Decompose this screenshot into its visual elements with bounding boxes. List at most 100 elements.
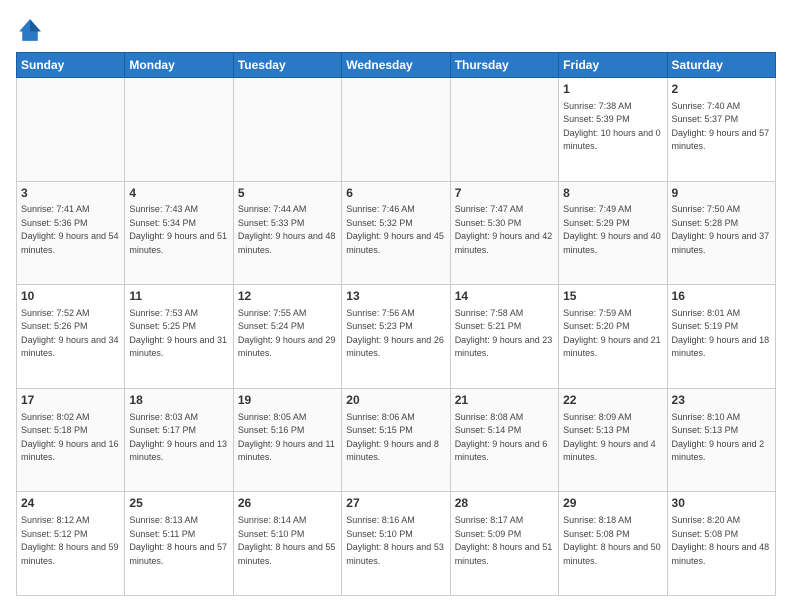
day-number: 3 — [21, 185, 120, 202]
day-info: Sunrise: 8:18 AM Sunset: 5:08 PM Dayligh… — [563, 514, 662, 568]
day-info: Sunrise: 7:58 AM Sunset: 5:21 PM Dayligh… — [455, 307, 554, 361]
calendar-header-saturday: Saturday — [667, 53, 775, 78]
day-number: 16 — [672, 288, 771, 305]
calendar-cell: 30 Sunrise: 8:20 AM Sunset: 5:08 PM Dayli… — [667, 492, 775, 596]
day-info: Sunrise: 7:43 AM Sunset: 5:34 PM Dayligh… — [129, 203, 228, 257]
day-number: 8 — [563, 185, 662, 202]
day-info: Sunrise: 7:47 AM Sunset: 5:30 PM Dayligh… — [455, 203, 554, 257]
day-number: 23 — [672, 392, 771, 409]
day-info: Sunrise: 8:03 AM Sunset: 5:17 PM Dayligh… — [129, 411, 228, 465]
day-number: 4 — [129, 185, 228, 202]
calendar-cell: 5Sunrise: 7:44 AM Sunset: 5:33 PM Daylig… — [233, 181, 341, 285]
calendar-cell: 12 Sunrise: 7:55 AM Sunset: 5:24 PM Dayli… — [233, 285, 341, 389]
calendar-cell: 11Sunrise: 7:53 AM Sunset: 5:25 PM Dayli… — [125, 285, 233, 389]
calendar-cell — [17, 78, 125, 182]
day-number: 12 — [238, 288, 337, 305]
calendar-week-3: 17 Sunrise: 8:02 AM Sunset: 5:18 PM Dayli… — [17, 388, 776, 492]
day-info: Sunrise: 8:16 AM Sunset: 5:10 PM Dayligh… — [346, 514, 445, 568]
day-info: Sunrise: 7:55 AM Sunset: 5:24 PM Dayligh… — [238, 307, 337, 361]
day-info: Sunrise: 8:05 AM Sunset: 5:16 PM Dayligh… — [238, 411, 337, 465]
calendar-cell: 24 Sunrise: 8:12 AM Sunset: 5:12 PM Dayli… — [17, 492, 125, 596]
calendar-cell: 22Sunrise: 8:09 AM Sunset: 5:13 PM Dayli… — [559, 388, 667, 492]
day-number: 18 — [129, 392, 228, 409]
day-number: 25 — [129, 495, 228, 512]
calendar-cell: 28Sunrise: 8:17 AM Sunset: 5:09 PM Dayli… — [450, 492, 558, 596]
header — [16, 16, 776, 44]
calendar-header-friday: Friday — [559, 53, 667, 78]
calendar-cell: 14 Sunrise: 7:58 AM Sunset: 5:21 PM Dayli… — [450, 285, 558, 389]
calendar-cell: 19 Sunrise: 8:05 AM Sunset: 5:16 PM Dayli… — [233, 388, 341, 492]
calendar-cell — [450, 78, 558, 182]
calendar-cell: 6Sunrise: 7:46 AM Sunset: 5:32 PM Daylig… — [342, 181, 450, 285]
day-number: 6 — [346, 185, 445, 202]
day-number: 11 — [129, 288, 228, 305]
day-info: Sunrise: 7:40 AM Sunset: 5:37 PM Dayligh… — [672, 100, 771, 154]
day-info: Sunrise: 8:06 AM Sunset: 5:15 PM Dayligh… — [346, 411, 445, 465]
day-number: 26 — [238, 495, 337, 512]
day-number: 10 — [21, 288, 120, 305]
calendar-cell: 3Sunrise: 7:41 AM Sunset: 5:36 PM Daylig… — [17, 181, 125, 285]
calendar-header-row: SundayMondayTuesdayWednesdayThursdayFrid… — [17, 53, 776, 78]
calendar-cell: 27Sunrise: 8:16 AM Sunset: 5:10 PM Dayli… — [342, 492, 450, 596]
day-number: 29 — [563, 495, 662, 512]
day-info: Sunrise: 7:44 AM Sunset: 5:33 PM Dayligh… — [238, 203, 337, 257]
calendar-week-1: 3Sunrise: 7:41 AM Sunset: 5:36 PM Daylig… — [17, 181, 776, 285]
day-number: 14 — [455, 288, 554, 305]
day-number: 17 — [21, 392, 120, 409]
calendar-cell: 18 Sunrise: 8:03 AM Sunset: 5:17 PM Dayli… — [125, 388, 233, 492]
day-number: 24 — [21, 495, 120, 512]
calendar-cell: 7Sunrise: 7:47 AM Sunset: 5:30 PM Daylig… — [450, 181, 558, 285]
calendar-cell: 16 Sunrise: 8:01 AM Sunset: 5:19 PM Dayli… — [667, 285, 775, 389]
day-info: Sunrise: 8:02 AM Sunset: 5:18 PM Dayligh… — [21, 411, 120, 465]
day-number: 13 — [346, 288, 445, 305]
calendar-cell: 8Sunrise: 7:49 AM Sunset: 5:29 PM Daylig… — [559, 181, 667, 285]
day-number: 30 — [672, 495, 771, 512]
day-number: 9 — [672, 185, 771, 202]
day-number: 5 — [238, 185, 337, 202]
day-info: Sunrise: 8:20 AM Sunset: 5:08 PM Dayligh… — [672, 514, 771, 568]
calendar-cell: 23 Sunrise: 8:10 AM Sunset: 5:13 PM Dayli… — [667, 388, 775, 492]
calendar-week-2: 10Sunrise: 7:52 AM Sunset: 5:26 PM Dayli… — [17, 285, 776, 389]
calendar-cell: 4Sunrise: 7:43 AM Sunset: 5:34 PM Daylig… — [125, 181, 233, 285]
day-number: 7 — [455, 185, 554, 202]
calendar-cell: 21 Sunrise: 8:08 AM Sunset: 5:14 PM Dayli… — [450, 388, 558, 492]
day-info: Sunrise: 7:38 AM Sunset: 5:39 PM Dayligh… — [563, 100, 662, 154]
calendar-table: SundayMondayTuesdayWednesdayThursdayFrid… — [16, 52, 776, 596]
calendar-cell — [342, 78, 450, 182]
logo — [16, 16, 48, 44]
calendar-cell: 1Sunrise: 7:38 AM Sunset: 5:39 PM Daylig… — [559, 78, 667, 182]
calendar-cell: 9Sunrise: 7:50 AM Sunset: 5:28 PM Daylig… — [667, 181, 775, 285]
calendar-cell: 26 Sunrise: 8:14 AM Sunset: 5:10 PM Dayli… — [233, 492, 341, 596]
day-info: Sunrise: 8:14 AM Sunset: 5:10 PM Dayligh… — [238, 514, 337, 568]
calendar-week-4: 24 Sunrise: 8:12 AM Sunset: 5:12 PM Dayli… — [17, 492, 776, 596]
day-info: Sunrise: 7:59 AM Sunset: 5:20 PM Dayligh… — [563, 307, 662, 361]
day-number: 28 — [455, 495, 554, 512]
calendar-cell — [233, 78, 341, 182]
calendar-cell: 2 Sunrise: 7:40 AM Sunset: 5:37 PM Daylig… — [667, 78, 775, 182]
day-info: Sunrise: 8:12 AM Sunset: 5:12 PM Dayligh… — [21, 514, 120, 568]
day-info: Sunrise: 7:46 AM Sunset: 5:32 PM Dayligh… — [346, 203, 445, 257]
day-info: Sunrise: 8:10 AM Sunset: 5:13 PM Dayligh… — [672, 411, 771, 465]
calendar-header-tuesday: Tuesday — [233, 53, 341, 78]
calendar-cell: 15Sunrise: 7:59 AM Sunset: 5:20 PM Dayli… — [559, 285, 667, 389]
calendar-cell: 29 Sunrise: 8:18 AM Sunset: 5:08 PM Dayli… — [559, 492, 667, 596]
day-number: 20 — [346, 392, 445, 409]
day-info: Sunrise: 7:49 AM Sunset: 5:29 PM Dayligh… — [563, 203, 662, 257]
day-number: 22 — [563, 392, 662, 409]
calendar-cell: 10Sunrise: 7:52 AM Sunset: 5:26 PM Dayli… — [17, 285, 125, 389]
day-info: Sunrise: 7:50 AM Sunset: 5:28 PM Dayligh… — [672, 203, 771, 257]
day-number: 2 — [672, 81, 771, 98]
calendar-cell — [125, 78, 233, 182]
calendar-cell: 20 Sunrise: 8:06 AM Sunset: 5:15 PM Dayli… — [342, 388, 450, 492]
calendar-header-sunday: Sunday — [17, 53, 125, 78]
calendar-cell: 17 Sunrise: 8:02 AM Sunset: 5:18 PM Dayli… — [17, 388, 125, 492]
calendar-cell: 25 Sunrise: 8:13 AM Sunset: 5:11 PM Dayli… — [125, 492, 233, 596]
day-number: 19 — [238, 392, 337, 409]
day-info: Sunrise: 8:01 AM Sunset: 5:19 PM Dayligh… — [672, 307, 771, 361]
calendar-header-monday: Monday — [125, 53, 233, 78]
day-info: Sunrise: 8:08 AM Sunset: 5:14 PM Dayligh… — [455, 411, 554, 465]
calendar-header-thursday: Thursday — [450, 53, 558, 78]
day-info: Sunrise: 7:56 AM Sunset: 5:23 PM Dayligh… — [346, 307, 445, 361]
day-info: Sunrise: 8:13 AM Sunset: 5:11 PM Dayligh… — [129, 514, 228, 568]
day-number: 21 — [455, 392, 554, 409]
